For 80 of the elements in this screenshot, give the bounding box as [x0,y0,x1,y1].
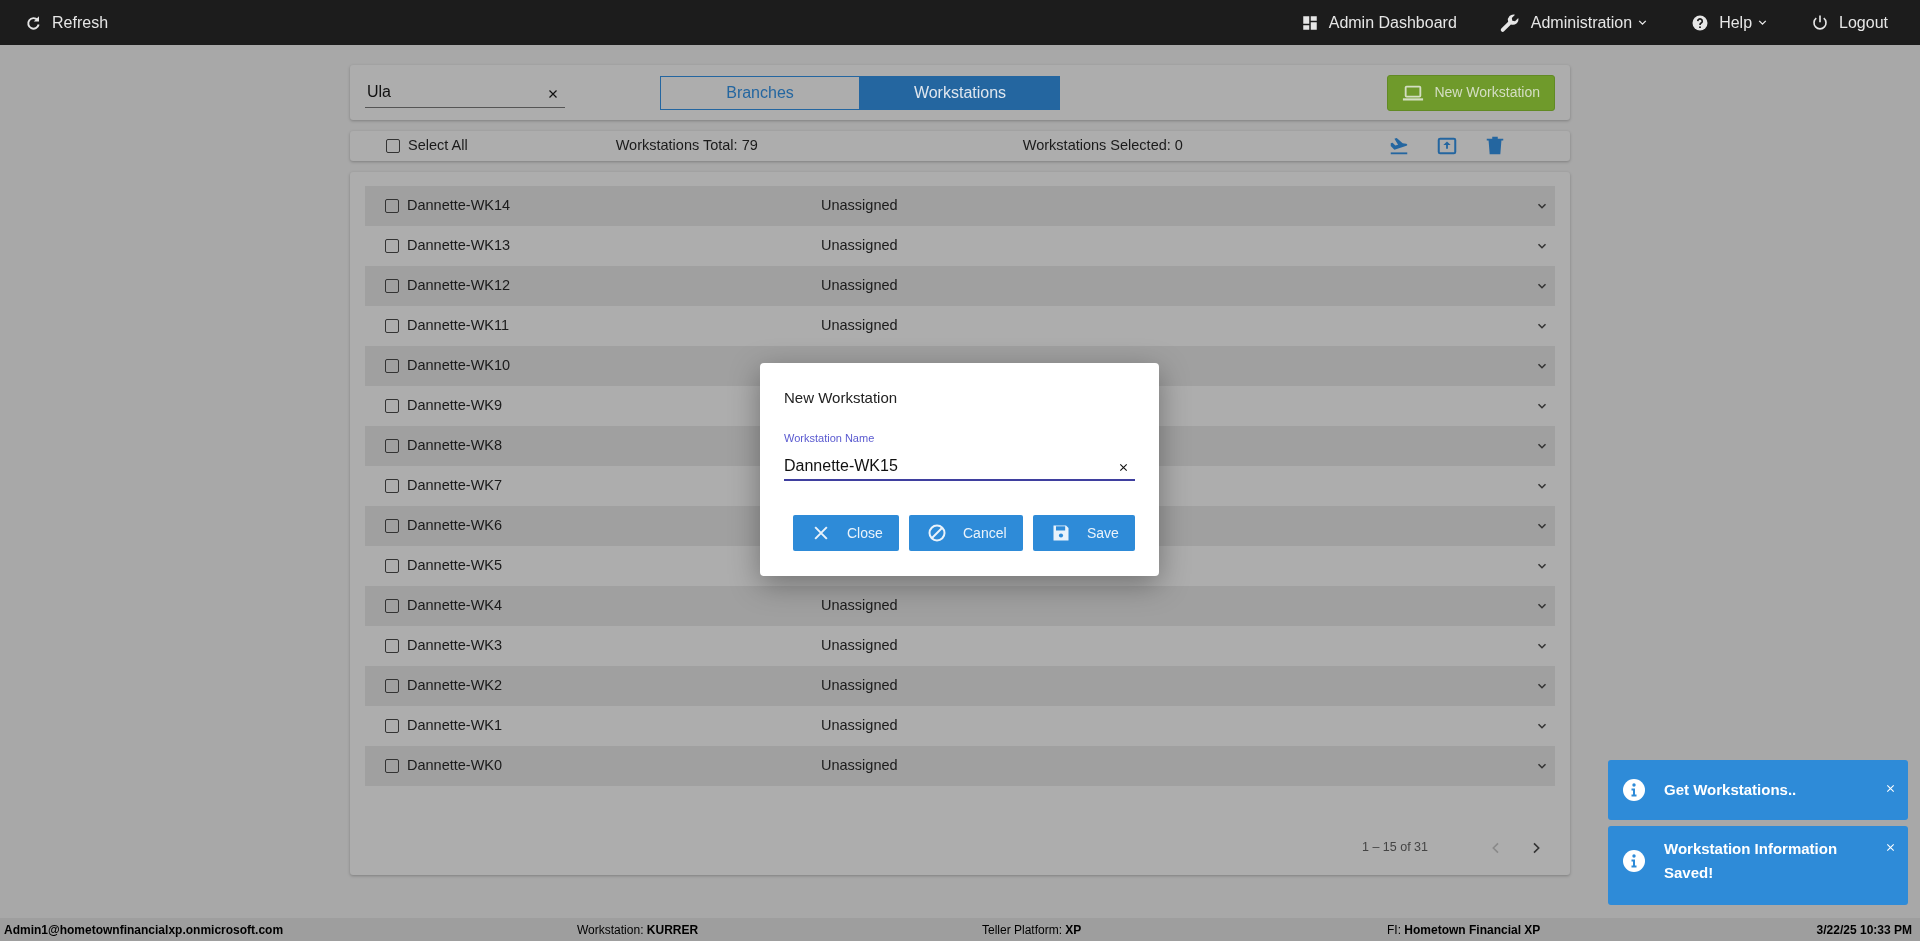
dashboard-icon [1300,13,1319,32]
workstation-name: Dannette-WK12 [407,277,511,294]
assignment-status: Unassigned [821,716,898,736]
refresh-button[interactable]: Refresh [24,10,109,35]
total-count: Workstations Total: 79 [615,136,758,156]
assignment-status: Unassigned [821,636,898,656]
assignment-status: Unassigned [821,276,898,296]
status-field: 3/22/25 10:33 PM [1816,920,1912,939]
workstation-name: Dannette-WK1 [407,717,503,734]
row-checkbox[interactable] [385,359,399,373]
clear-button[interactable] [547,87,559,100]
info-icon [1622,849,1646,873]
workstation-name: Dannette-WK2 [407,677,503,694]
tab[interactable]: Workstations [860,75,1060,110]
menu-item[interactable]: Administration [1498,10,1650,35]
row-checkbox[interactable] [385,199,399,213]
row-checkbox[interactable] [385,399,399,413]
dialog-title: New Workstation [784,388,899,408]
close-icon [547,87,559,100]
select-all-checkbox[interactable]: Select All [386,135,468,157]
delete-button[interactable] [1484,135,1506,157]
status-field: Workstation: KURRER [577,920,982,939]
workstation-name: Dannette-WK7 [407,477,503,494]
toast-message: Get Workstations.. [1664,780,1798,800]
workstation-name: Dannette-WK10 [407,357,511,374]
field-label: Workstation Name [784,430,876,446]
assignment-status: Unassigned [821,236,898,256]
workstation-name: Dannette-WK6 [407,517,503,534]
selected-count: Workstations Selected: 0 [1022,136,1183,156]
status-field: FI: Hometown Financial XP [1387,920,1807,939]
row-checkbox[interactable] [385,719,399,733]
workstation-name: Dannette-WK0 [407,757,503,774]
workstation-name: Dannette-WK11 [407,317,510,334]
workstation-name: Dannette-WK5 [407,557,503,574]
close-button[interactable] [1885,842,1896,853]
landing-plane-icon [1388,135,1410,157]
workstation-name: Dannette-WK8 [407,437,503,454]
row-checkbox[interactable] [385,319,399,333]
menu-item[interactable]: Help [1691,10,1770,35]
status-field: Admin1@hometownfinancialxp.onmicrosoft.com [4,920,577,939]
search-field[interactable]: Ula [365,77,565,108]
clear-button[interactable] [1118,462,1129,473]
status-field: Teller Platform: XP [982,920,1387,939]
menu-item[interactable]: Admin Dashboard [1300,10,1457,35]
assignment-status: Unassigned [821,676,898,696]
row-checkbox[interactable] [385,639,399,653]
help-icon [1691,13,1710,32]
assignment-status: Unassigned [821,596,898,616]
row-checkbox[interactable] [385,479,399,493]
assignment-status: Unassigned [821,316,898,336]
page-range: 1 – 15 of 31 [1361,839,1428,857]
workstation-name: Dannette-WK9 [407,397,503,414]
info-icon [1622,778,1646,802]
delete-icon [1484,135,1506,157]
assign-button[interactable] [1388,135,1410,157]
menu-item[interactable]: Logout [1811,10,1888,35]
row-checkbox[interactable] [385,519,399,533]
close-icon [1885,842,1896,853]
close-icon [1885,783,1896,794]
workstation-name: Dannette-WK4 [407,597,503,614]
workstation-name: Dannette-WK13 [407,237,511,254]
assignment-status: Unassigned [821,756,898,776]
workstation-name: Dannette-WK3 [407,637,503,654]
assignment-status: Unassigned [821,196,898,216]
toast-message: Workstation Information Saved! [1664,839,1839,883]
row-checkbox[interactable] [385,559,399,573]
cancel-icon [927,523,947,543]
close-button[interactable] [1885,783,1896,794]
row-checkbox[interactable] [385,679,399,693]
row-checkbox[interactable] [385,279,399,293]
row-checkbox[interactable] [385,439,399,453]
power-icon [1811,13,1830,32]
close-icon [1118,462,1129,473]
workstation-name: Dannette-WK14 [407,197,511,214]
export-button[interactable] [1436,135,1458,157]
wrench-icon [1498,11,1521,34]
row-checkbox[interactable] [385,239,399,253]
row-checkbox[interactable] [385,599,399,613]
upload-icon [1436,135,1458,157]
row-checkbox[interactable] [385,759,399,773]
